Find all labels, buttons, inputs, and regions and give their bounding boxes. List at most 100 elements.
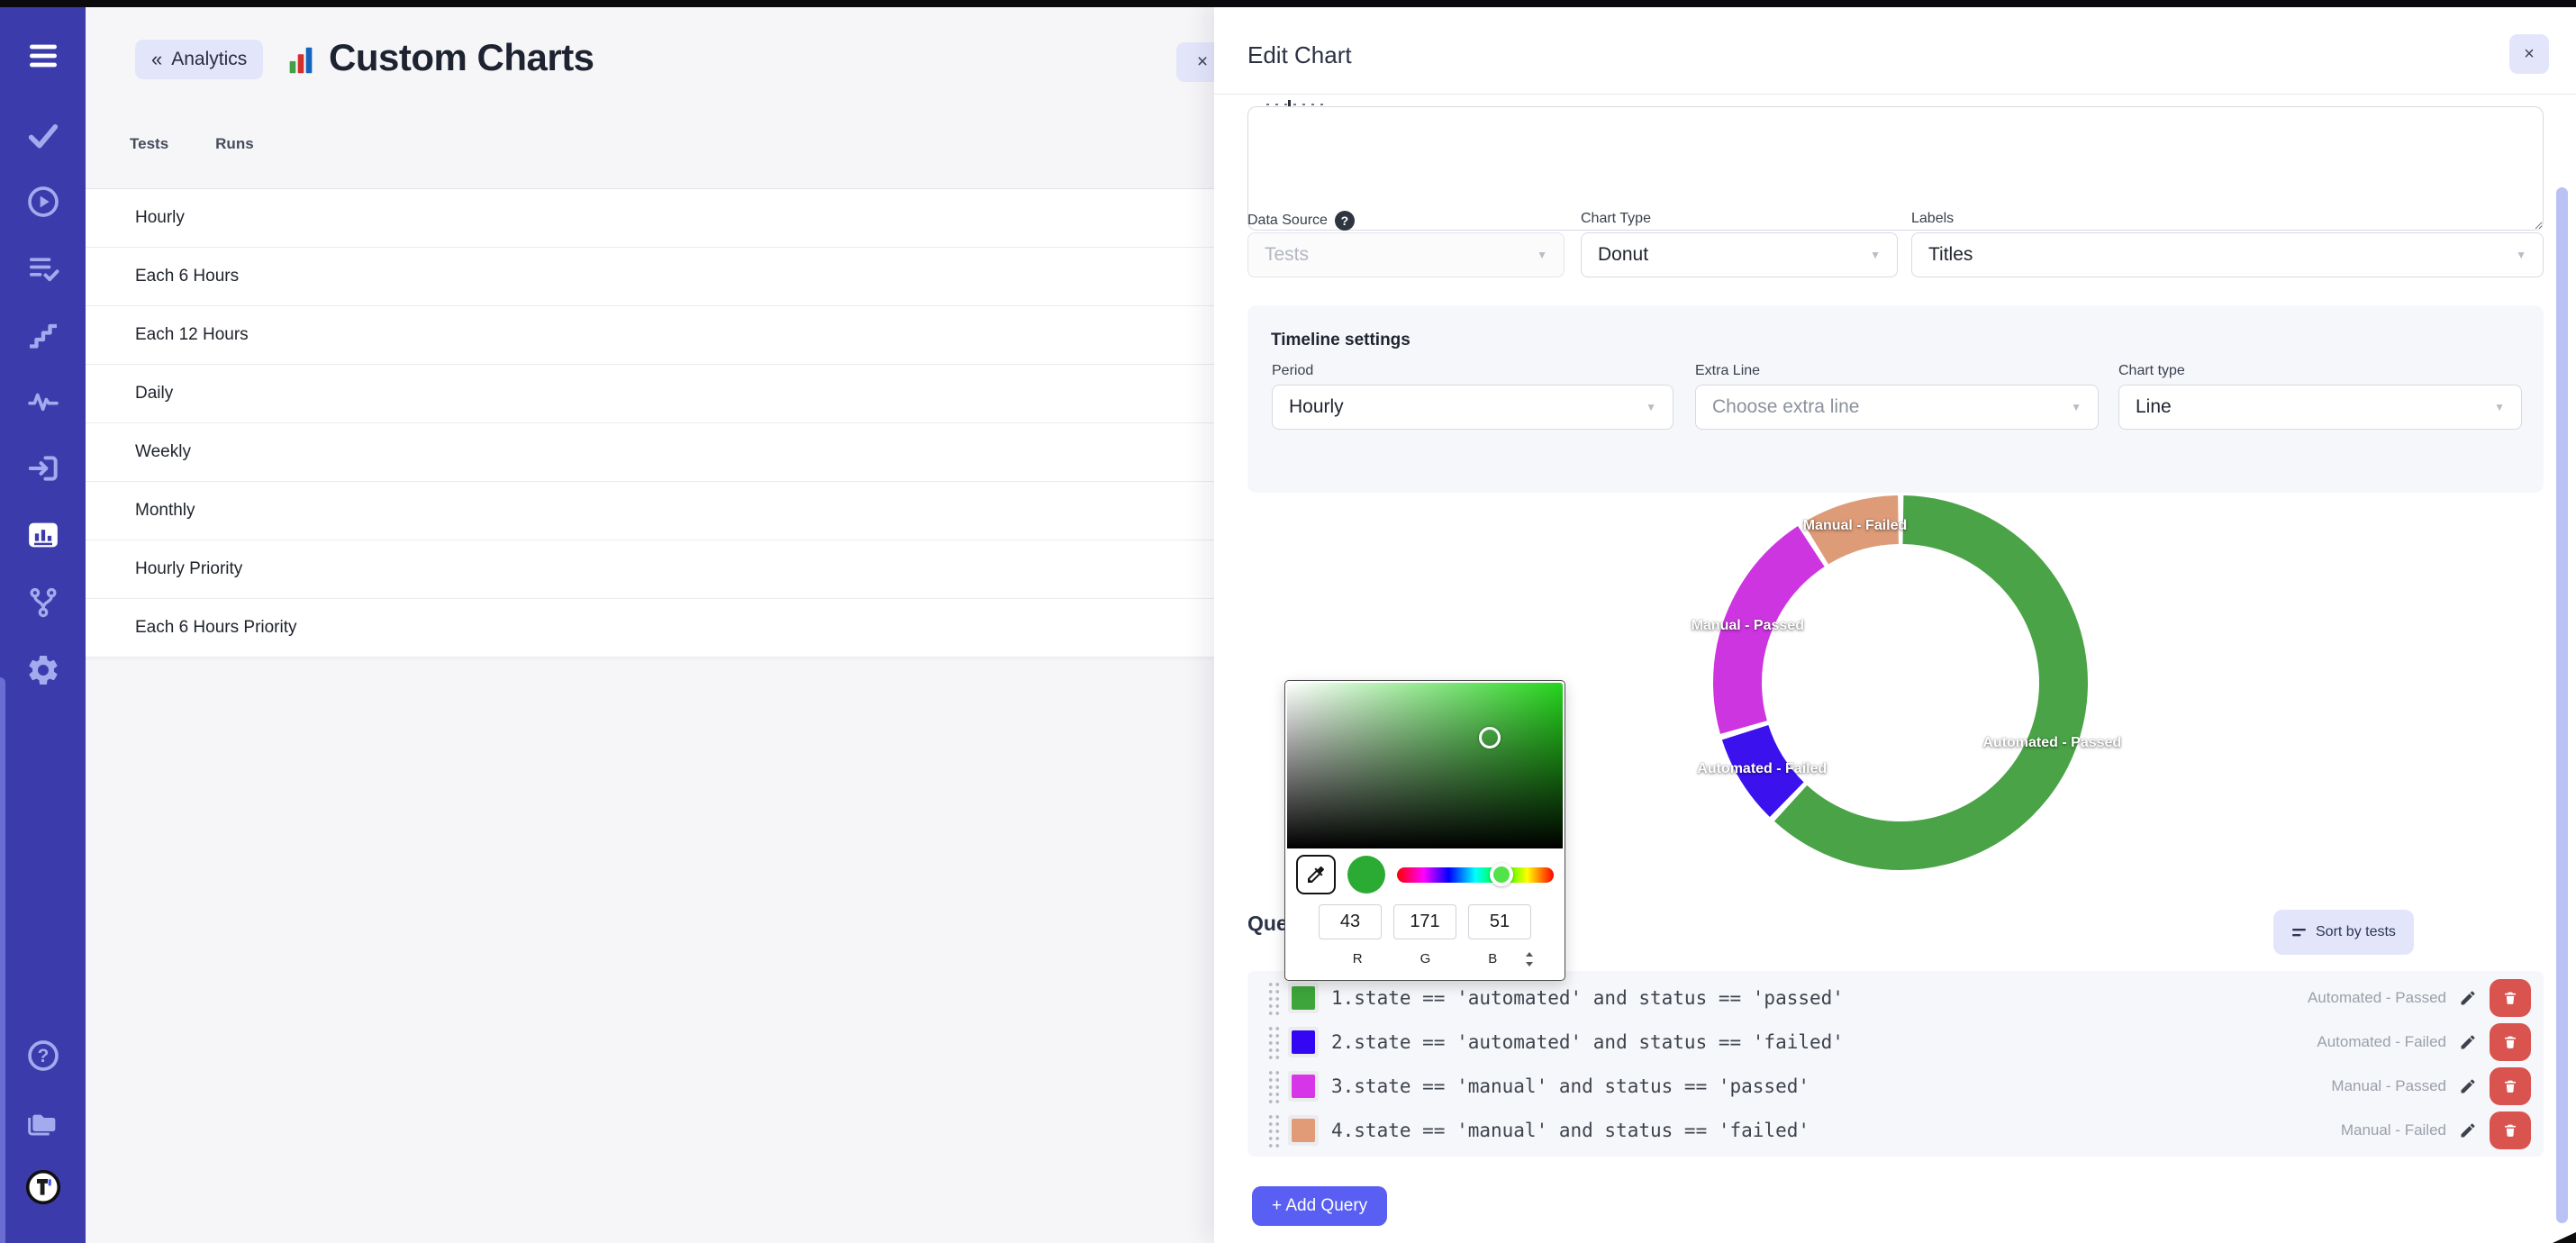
drawer-scrollbar[interactable] [2556,187,2568,1223]
tab-runs[interactable]: Runs [215,135,254,153]
saved-charts-list: HourlyEach 6 HoursEach 12 HoursDailyWeek… [86,189,1214,658]
analytics-back-button[interactable]: « Analytics [135,40,263,79]
timeline-chart-type-select[interactable]: Line ▼ [2118,385,2522,430]
projects-folder-icon[interactable] [23,1102,63,1142]
list-item[interactable]: Each 6 Hours [86,248,1214,306]
query-title-label: Manual - Failed [2341,1121,2446,1139]
list-item[interactable]: Hourly Priority [86,540,1214,599]
list-item[interactable]: Weekly [86,423,1214,482]
query-color-swatch-box [1288,1115,1319,1146]
list-item[interactable]: Each 6 Hours Priority [86,599,1214,658]
data-source-select[interactable]: Tests ▼ [1247,232,1565,277]
chart-type-select[interactable]: Donut ▼ [1581,232,1898,277]
saturation-area[interactable] [1287,683,1563,848]
bar-chart-emoji-icon [284,42,318,77]
milestones-icon[interactable] [23,315,63,355]
queries-panel: 1.state == 'automated' and status == 'pa… [1247,971,2544,1157]
query-title-label: Automated - Failed [2317,1033,2446,1051]
help-icon[interactable]: ? [23,1036,63,1075]
chevron-down-icon: ▼ [2494,401,2505,413]
drag-handle-icon[interactable] [1267,1025,1281,1059]
query-row: 1.state == 'automated' and status == 'pa… [1267,976,2531,1020]
green-input[interactable] [1393,904,1456,939]
sidebar-edge-strip [0,677,5,1243]
import-icon[interactable] [23,449,63,488]
timeline-settings-title: Timeline settings [1271,331,1410,350]
help-badge-icon[interactable]: ? [1335,211,1355,231]
timeline-chart-type-label: Chart type [2118,363,2185,379]
eyedropper-button[interactable] [1296,855,1336,894]
branches-icon[interactable] [23,583,63,622]
window-top-bar [0,0,2576,7]
sort-by-tests-button[interactable]: Sort by tests [2273,910,2414,955]
extra-line-select[interactable]: Choose extra line ▼ [1695,385,2099,430]
list-item[interactable]: Daily [86,365,1214,423]
query-row: 4.state == 'manual' and status == 'faile… [1267,1109,2531,1152]
analytics-icon[interactable] [23,515,63,555]
drag-handle-icon[interactable] [1267,1069,1281,1103]
list-item[interactable]: Hourly [86,189,1214,248]
query-row: 3.state == 'manual' and status == 'passe… [1267,1065,2531,1108]
query-title-label: Manual - Passed [2331,1077,2446,1095]
query-expression[interactable]: 2.state == 'automated' and status == 'fa… [1331,1031,1844,1053]
custom-charts-panel: « Analytics Custom Charts Tests Runs Hou… [86,0,1214,1243]
color-mode-toggle[interactable] [1523,951,1536,967]
logo-icon[interactable] [23,1167,63,1207]
blue-input[interactable] [1468,904,1531,939]
hue-slider[interactable] [1397,867,1554,883]
chevron-down-icon: ▼ [1870,249,1881,261]
edit-chart-drawer: Edit Chart × Data Source ? Chart Type La… [1214,0,2576,1243]
period-select[interactable]: Hourly ▼ [1272,385,1673,430]
menu-icon[interactable] [23,36,63,76]
back-chevron-icon: « [151,48,162,71]
labels-select[interactable]: Titles ▼ [1911,232,2544,277]
query-expression[interactable]: 1.state == 'automated' and status == 'pa… [1331,987,1844,1009]
drag-handle-icon[interactable] [1267,981,1281,1015]
delete-query-button[interactable] [2490,1067,2531,1105]
hue-handle[interactable] [1490,863,1513,886]
edit-query-button[interactable] [2459,1077,2477,1095]
chart-title-textarea[interactable] [1247,106,2544,231]
list-item[interactable]: Each 12 Hours [86,306,1214,365]
edit-query-button[interactable] [2459,989,2477,1007]
query-expression[interactable]: 3.state == 'manual' and status == 'passe… [1331,1075,1810,1097]
settings-gear-icon[interactable] [23,650,63,690]
current-color-swatch [1347,856,1385,894]
close-drawer-button[interactable]: × [2509,34,2549,74]
query-expression[interactable]: 4.state == 'manual' and status == 'faile… [1331,1120,1810,1141]
delete-query-button[interactable] [2490,979,2531,1017]
query-color-swatch-box [1288,983,1319,1013]
test-plans-icon[interactable] [23,249,63,288]
edit-query-button[interactable] [2459,1033,2477,1051]
close-icon: × [2524,44,2535,64]
tab-bar: Tests Runs [130,135,254,153]
add-query-button[interactable]: + Add Query [1252,1186,1387,1226]
drawer-title: Edit Chart [1247,41,1352,69]
delete-query-button[interactable] [2490,1111,2531,1149]
list-item[interactable]: Monthly [86,482,1214,540]
data-source-value: Tests [1265,244,1309,266]
eyedropper-icon [1305,864,1327,885]
svg-text:?: ? [37,1046,49,1066]
runs-play-icon[interactable] [23,182,63,222]
query-color-swatch[interactable] [1292,1030,1315,1054]
labels-label: Labels [1911,211,1954,227]
tests-check-icon[interactable] [23,115,63,155]
drag-handle-icon[interactable] [1267,1113,1281,1148]
blue-label: B [1488,951,1497,966]
query-color-swatch[interactable] [1292,1119,1315,1142]
query-color-swatch[interactable] [1292,1075,1315,1098]
chart-type-label: Chart Type [1581,211,1651,227]
saturation-handle[interactable] [1479,727,1501,749]
data-source-label: Data Source ? [1247,211,1355,231]
back-button-label: Analytics [171,49,247,70]
delete-query-button[interactable] [2490,1023,2531,1061]
pulse-icon[interactable] [23,382,63,422]
color-picker-popup: R G B [1284,680,1565,981]
period-value: Hourly [1289,396,1344,418]
edit-query-button[interactable] [2459,1121,2477,1139]
sort-button-label: Sort by tests [2316,924,2396,940]
tab-tests[interactable]: Tests [130,135,168,153]
query-color-swatch[interactable] [1292,986,1315,1010]
red-input[interactable] [1319,904,1382,939]
